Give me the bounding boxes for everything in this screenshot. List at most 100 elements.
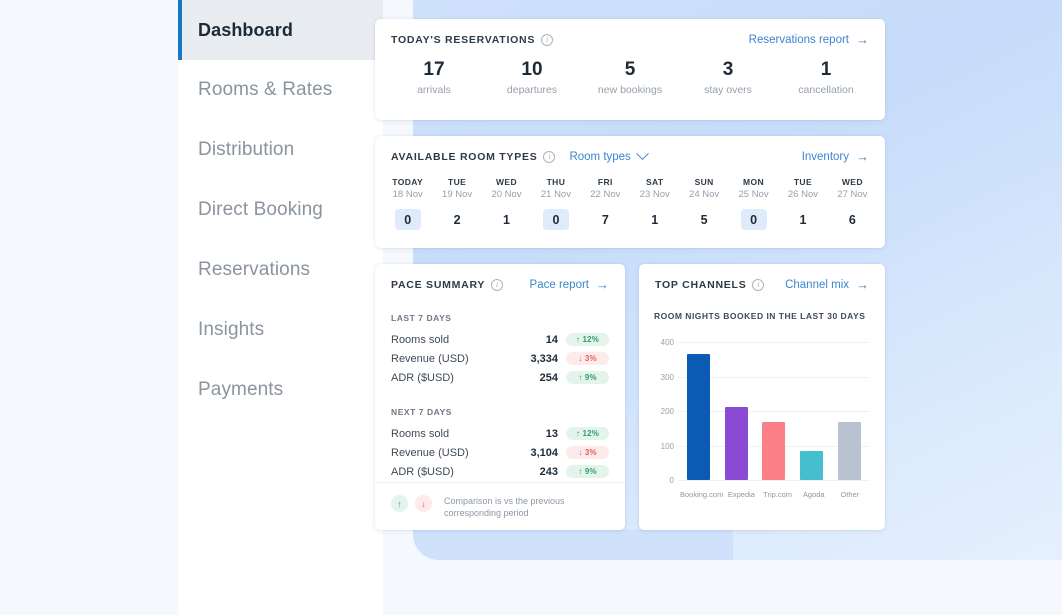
chart-bar [762,422,785,480]
chart-y-tick-label: 200 [654,407,674,416]
availability-day-cell[interactable]: FRI22 Nov7 [581,177,630,230]
availability-day-cell[interactable]: MON 25 Nov 0 [729,177,778,230]
day-availability-count: 7 [592,209,618,230]
day-name: TUE [432,177,481,187]
day-name: SUN [679,177,728,187]
availability-day-cell[interactable]: TODAY18 Nov0 [383,177,432,230]
pace-trend-badge: ↑ 12% [566,427,609,440]
sidebar-item-payments[interactable]: Payments [178,360,383,420]
inventory-link[interactable]: Inventory → [802,150,869,163]
availability-day-cell[interactable]: THU 21 Nov 0 [531,177,580,230]
sidebar-item-distribution[interactable]: Distribution [178,120,383,180]
chart-bar-column[interactable] [718,342,756,480]
reservations-report-link[interactable]: Reservations report → [749,33,869,46]
pace-footer-legend: ↑ ↓ Comparison is vs the previous corres… [375,482,625,530]
stat-departures: 10departures [483,58,581,96]
day-date: 25 Nov [729,189,778,200]
chart-bar-label: Booking.com [680,490,723,499]
sidebar-item-reservations[interactable]: Reservations [178,240,383,300]
chart-bar [800,451,823,480]
page-title: TODAY'S RESERVATIONS [391,34,535,46]
sidebar-item-label: Direct Booking [198,199,323,221]
chart-bar-label: Trip.com [760,490,796,499]
pace-metric-row: Revenue (USD)3,104↓ 3% [375,443,625,462]
sidebar-item-dashboard[interactable]: Dashboard [178,0,383,60]
channel-mix-link[interactable]: Channel mix → [785,278,869,291]
channel-mix-label: Channel mix [785,279,849,291]
sidebar-item-direct-booking[interactable]: Direct Booking [178,180,383,240]
availability-day-cell[interactable]: WED27 Nov6 [828,177,877,230]
day-date: 18 Nov [383,189,432,200]
reservation-stats-row: 17arrivals10departures5new bookings3stay… [375,46,885,96]
sidebar-item-rooms-rates[interactable]: Rooms & Rates [178,60,383,120]
availability-day-cell[interactable]: SAT23 Nov1 [630,177,679,230]
chevron-down-icon [636,147,649,160]
pace-metric-value: 3,104 [530,447,558,459]
card-header: TOP CHANNELS i Channel mix → [639,264,885,291]
day-date: 21 Nov [531,189,580,200]
day-availability-count: 0 [543,209,569,230]
chart-bar-column[interactable] [793,342,831,480]
pace-metric-value: 13 [546,428,558,440]
pace-sections: LAST 7 DAYSRooms sold14↑ 12%Revenue (USD… [375,313,625,481]
pace-metric-row: Revenue (USD)3,334↓ 3% [375,349,625,368]
pace-metric-value: 254 [540,372,558,384]
chart-bar-column[interactable] [830,342,868,480]
room-types-dropdown[interactable]: Room types [569,151,646,163]
chart-gridline [678,480,870,481]
info-icon[interactable]: i [541,34,553,46]
arrow-right-icon: → [596,278,609,291]
day-availability-count: 6 [839,209,865,230]
chart-bar-column[interactable] [680,342,718,480]
pace-report-link[interactable]: Pace report → [530,278,609,291]
pace-metric-value: 243 [540,466,558,478]
card-header: PACE SUMMARY i Pace report → [375,264,625,291]
day-name: TODAY [383,177,432,187]
stat-cancellation: 1cancellation [777,58,875,96]
day-name: THU [531,177,580,187]
sidebar-item-label: Payments [198,379,283,401]
availability-day-cell[interactable]: WED20 Nov1 [482,177,531,230]
availability-day-cell[interactable]: TUE26 Nov1 [778,177,827,230]
stat-value: 10 [483,58,581,82]
room-types-title: AVAILABLE ROOM TYPES [391,151,537,163]
room-types-dropdown-label: Room types [569,151,630,163]
stat-stay-overs: 3stay overs [679,58,777,96]
info-icon[interactable]: i [752,279,764,291]
card-header: TODAY'S RESERVATIONS i Reservations repo… [375,19,885,46]
arrow-right-icon: → [856,150,869,163]
pace-trend-badge: ↓ 3% [566,352,609,365]
day-name: MON [729,177,778,187]
day-availability-count: 1 [790,209,816,230]
pace-metric-name: ADR ($USD) [391,372,540,384]
stat-value: 17 [385,58,483,82]
pace-trend-badge: ↑ 9% [566,371,609,384]
stat-value: 1 [777,58,875,82]
pace-metric-value: 14 [546,334,558,346]
stat-arrivals: 17arrivals [385,58,483,96]
info-icon[interactable]: i [543,151,555,163]
pace-metric-value: 3,334 [530,353,558,365]
day-availability-count: 0 [741,209,767,230]
day-name: SAT [630,177,679,187]
availability-day-cell[interactable]: TUE19 Nov2 [432,177,481,230]
day-date: 19 Nov [432,189,481,200]
chart-bar-column[interactable] [755,342,793,480]
top-channels-card: TOP CHANNELS i Channel mix → ROOM NIGHTS… [639,264,885,530]
stat-label: stay overs [679,84,777,96]
sidebar-item-label: Distribution [198,139,294,161]
chart-subtitle: ROOM NIGHTS BOOKED IN THE LAST 30 DAYS [639,291,885,321]
card-header: AVAILABLE ROOM TYPES i Room types Invent… [375,136,885,163]
availability-day-cell[interactable]: SUN24 Nov5 [679,177,728,230]
sidebar-item-label: Reservations [198,259,310,281]
chart-x-axis-labels: Booking.comExpediaTrip.comAgodaOther [680,490,868,499]
sidebar-item-insights[interactable]: Insights [178,300,383,360]
info-icon[interactable]: i [491,279,503,291]
arrow-right-icon: → [856,278,869,291]
pace-metric-name: Rooms sold [391,334,546,346]
pace-trend-badge: ↑ 9% [566,465,609,478]
chart-y-tick-label: 300 [654,373,674,382]
chart-bars [680,342,868,480]
day-date: 20 Nov [482,189,531,200]
chart-y-tick-label: 0 [654,476,674,485]
